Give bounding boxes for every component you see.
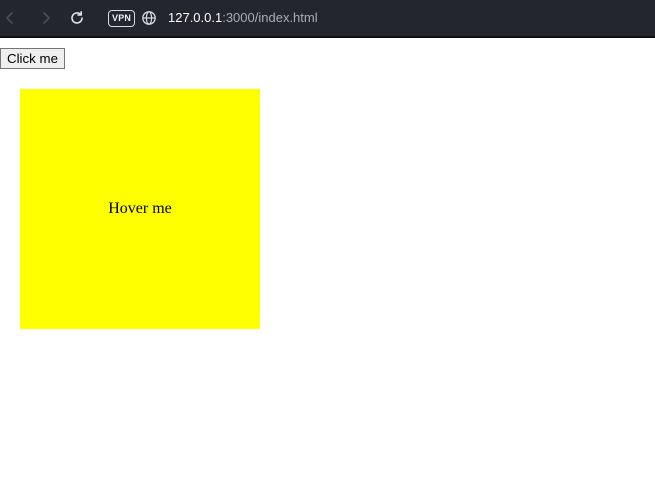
url-path: :3000/index.html [222, 10, 318, 25]
chevron-left-icon [6, 12, 13, 24]
vpn-badge[interactable]: VPN [108, 10, 136, 27]
chevron-right-icon [43, 12, 50, 24]
reload-icon [71, 10, 83, 24]
url-host: 127.0.0.1 [168, 10, 223, 25]
browser-toolbar: VPN 127.0.0.1:3000/index.html [0, 0, 655, 38]
click-me-button[interactable]: Click me [0, 48, 65, 69]
forward-button[interactable] [36, 8, 56, 28]
hover-box[interactable]: Hover me [20, 89, 260, 329]
address-bar[interactable]: 127.0.0.1:3000/index.html [168, 10, 318, 26]
hover-box-label: Hover me [108, 200, 172, 217]
reload-button[interactable] [67, 8, 87, 28]
back-button[interactable] [0, 8, 20, 28]
globe-icon[interactable] [141, 10, 157, 26]
